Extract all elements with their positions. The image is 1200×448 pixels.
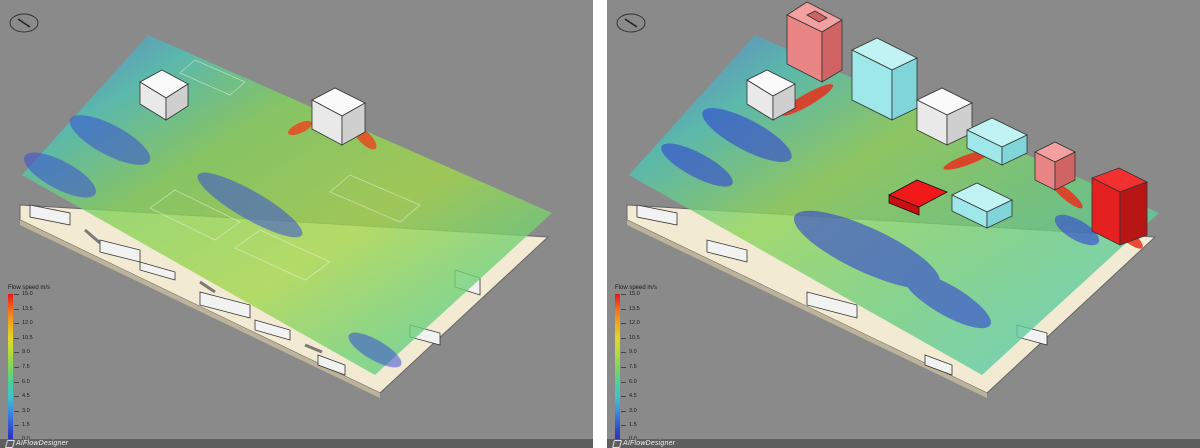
legend-tick: 12.0	[629, 320, 640, 327]
legend-tick: 3.0	[22, 407, 30, 414]
compass-icon[interactable]	[615, 12, 647, 39]
velocity-field-plane	[22, 35, 552, 375]
brand-logo: AIFlowDesigner	[4, 439, 69, 448]
legend-tick: 10.5	[22, 334, 33, 341]
legend-tick: 4.5	[22, 393, 30, 400]
legend-color-bar	[615, 294, 620, 440]
legend-tick: 4.5	[629, 393, 637, 400]
brand-prefix: AI	[16, 440, 24, 447]
legend-tick: 1.5	[22, 422, 30, 429]
building-red-3	[1090, 167, 1149, 246]
brand-name: FlowDesigner	[630, 440, 676, 447]
status-bar: AIFlowDesigner	[607, 439, 1200, 448]
legend-color-bar	[8, 294, 13, 440]
legend-tick: 13.5	[629, 305, 640, 312]
compass-icon[interactable]	[8, 12, 40, 39]
brand-prefix: AI	[623, 440, 631, 447]
legend-tick: 15.0	[629, 291, 640, 297]
cfd-scene-after[interactable]	[607, 0, 1200, 448]
legend-title: Flow speed m/s	[615, 285, 658, 291]
brand-logo: AIFlowDesigner	[611, 439, 676, 448]
legend-tick: 7.5	[22, 364, 30, 370]
legend-tick: 15.0	[22, 291, 33, 297]
legend-tick: 13.5	[22, 305, 33, 312]
logo-icon	[4, 439, 16, 448]
legend-tick: 1.5	[629, 422, 637, 429]
logo-icon	[611, 439, 623, 448]
building-red-2	[1034, 141, 1076, 191]
viewport-before[interactable]: Flow speed m/s 15.0 13.5 12.0 10.5 9.0 7…	[0, 0, 593, 448]
legend-tick: 6.0	[22, 378, 30, 385]
legend-tick: 7.5	[629, 364, 637, 370]
legend-tick: 9.0	[629, 349, 637, 356]
flow-speed-legend: Flow speed m/s 15.0 13.5 12.0 10.5 9.0 7…	[613, 285, 673, 442]
viewport-after[interactable]: Flow speed m/s 15.0 13.5 12.0 10.5 9.0 7…	[607, 0, 1200, 448]
legend-tick: 10.5	[629, 334, 640, 341]
legend-tick: 9.0	[22, 349, 30, 356]
legend-tick: 12.0	[22, 320, 33, 327]
legend-tick: 3.0	[629, 407, 637, 414]
brand-name: FlowDesigner	[23, 440, 69, 447]
status-bar: AIFlowDesigner	[0, 439, 593, 448]
legend-tick: 6.0	[629, 378, 637, 385]
cfd-scene-before[interactable]	[0, 0, 593, 448]
flow-speed-legend: Flow speed m/s 15.0 13.5 12.0 10.5 9.0 7…	[6, 285, 66, 442]
legend-title: Flow speed m/s	[8, 285, 51, 291]
